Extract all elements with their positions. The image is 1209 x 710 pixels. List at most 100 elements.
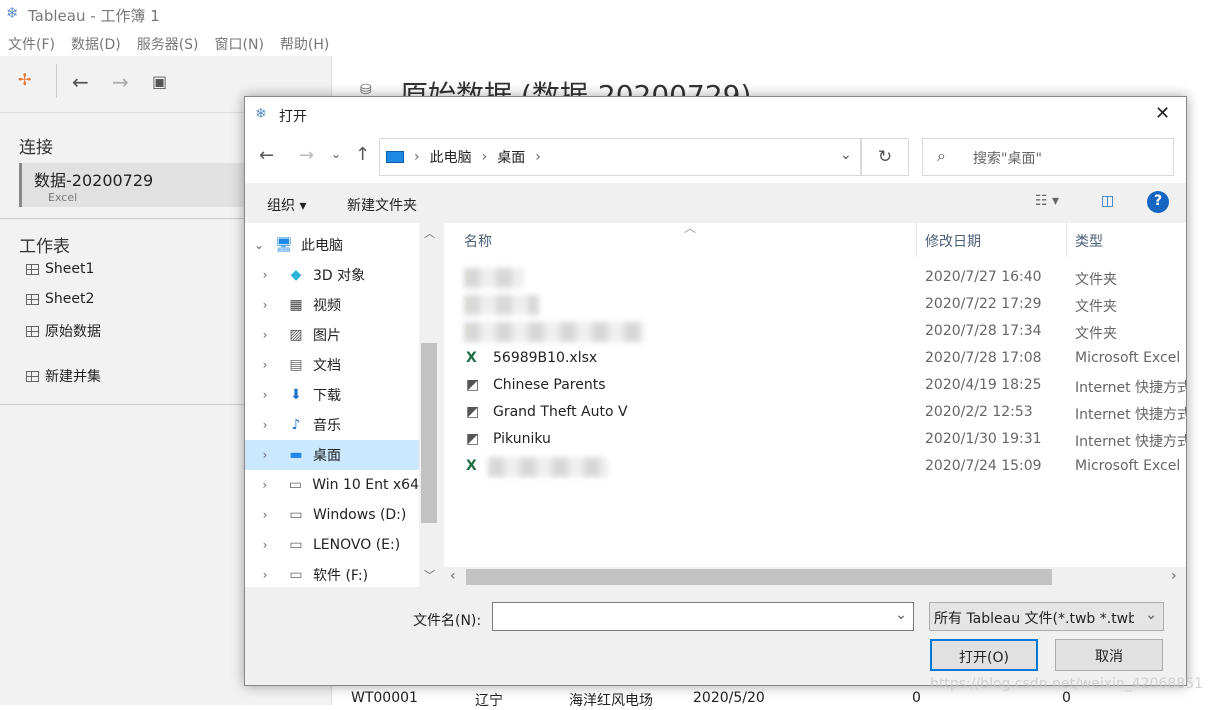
nav-item[interactable]: › ▤ 文档 [245,350,419,380]
filename-input[interactable]: ⌄ [492,602,914,631]
nav-item[interactable]: › ▭ 软件 (F:) [245,560,419,587]
scroll-thumb[interactable] [466,569,1052,585]
nav-item[interactable]: › ▦ 视频 [245,290,419,320]
chevron-down-icon[interactable]: ⌄ [895,607,907,623]
computer-icon: 🖥 [275,237,293,253]
chevron-right-icon[interactable]: › [245,388,285,402]
nav-item[interactable]: › ▭ LENOVO (E:) [245,530,419,560]
file-row[interactable]: X 2020/7/24 15:09 Microsoft Excel [444,453,1186,480]
chevron-right-icon[interactable]: › [245,508,285,522]
column-header-date[interactable]: 修改日期 [917,223,1067,257]
connections-heading: 连接 [19,138,53,158]
sheet-item[interactable]: Sheet2 [26,291,94,307]
file-row[interactable]: ■2020/7/27 16:40文件夹 [444,264,1186,291]
chevron-down-icon[interactable]: ⌄ [840,147,852,163]
new-folder-button[interactable]: 新建文件夹 [347,195,417,215]
chevron-right-icon[interactable]: › [245,328,285,342]
forward-icon[interactable]: → [112,70,129,94]
pictures-icon: ▨ [289,327,303,343]
chevron-right-icon[interactable]: › [245,538,285,552]
nav-item-label: 图片 [313,328,341,344]
menu-server[interactable]: 服务器(S) [137,34,199,56]
column-header-name[interactable]: 名称 [456,223,917,257]
tableau-icon: ❄ [255,106,267,122]
file-type: Internet 快捷方式 [1075,380,1186,396]
file-date: 2020/7/27 16:40 [925,269,1042,285]
nav-item[interactable]: › ▨ 图片 [245,320,419,350]
search-input[interactable]: ⌕ 搜索"桌面" [922,138,1174,176]
menu-data[interactable]: 数据(D) [71,34,121,56]
menu-help[interactable]: 帮助(H) [280,34,329,56]
nav-item-label: Win 10 Ent x64 [312,477,419,493]
file-name: Grand Theft Auto V [493,404,628,420]
file-row[interactable]: ◩ Chinese Parents 2020/4/19 18:25 Internet … [444,372,1186,399]
back-icon[interactable]: ← [72,70,89,94]
file-row[interactable]: ◩ Pikuniku 2020/1/30 19:31 Internet 快捷方式 [444,426,1186,453]
view-options-icon[interactable]: ☷ ▾ [1035,193,1059,209]
nav-item[interactable]: ⌄ 🖥 此电脑 [245,230,419,260]
filetype-select[interactable]: 所有 Tableau 文件(*.twb *.twbx ⌄ [929,602,1164,631]
chevron-right-icon[interactable]: › [245,358,285,372]
help-icon[interactable]: ? [1147,191,1169,213]
file-date: 2020/4/19 18:25 [925,377,1042,393]
horizontal-scrollbar[interactable]: ‹ › [444,567,1186,587]
breadcrumb-desktop[interactable]: 桌面 [497,147,525,167]
chevron-right-icon[interactable]: › [245,448,285,462]
nav-item[interactable]: › ◆ 3D 对象 [245,260,419,290]
file-row[interactable]: X 56989B10.xlsx 2020/7/28 17:08 Microsoft E… [444,345,1186,372]
cancel-button[interactable]: 取消 [1055,639,1163,671]
dialog-title: 打开 [279,109,307,125]
sheet-item[interactable]: 原始数据 [26,321,101,341]
up-icon[interactable]: ↑ [355,144,370,165]
chevron-right-icon[interactable]: › [245,298,285,312]
new-union-item[interactable]: 新建并集 [26,366,101,386]
organize-button[interactable]: 组织 ▾ [267,195,306,215]
file-row[interactable]: ◩ Grand Theft Auto V 2020/2/2 12:53 Interne… [444,399,1186,426]
drive-icon: ▭ [288,477,302,493]
column-header-type[interactable]: 类型 [1067,223,1186,257]
address-bar[interactable]: › 此电脑 › 桌面 › ⌄ [379,138,861,176]
drive-icon: ▭ [289,567,303,583]
tableau-logo-icon[interactable]: ✢ [18,70,31,89]
back-icon[interactable]: ← [259,145,274,166]
connection-type: Excel [48,191,78,204]
file-type: 文件夹 [1075,326,1117,342]
save-icon[interactable]: ▣ [152,72,167,91]
forward-icon[interactable]: → [299,145,314,166]
drive-icon: ▭ [289,537,303,553]
file-name: Chinese Parents [493,377,606,393]
menu-bar: 文件(F) 数据(D) 服务器(S) 窗口(N) 帮助(H) [0,30,1209,56]
connection-item[interactable]: 数据-20200729 Excel [19,163,259,207]
refresh-button[interactable]: ↻ [861,138,909,176]
recent-chevron-icon[interactable]: ⌄ [331,147,341,161]
nav-item-label: 软件 (F:) [313,568,369,584]
shortcut-icon: ◩ [466,377,480,393]
watermark: https://blog.csdn.net/weixin_42068851 [930,676,1204,692]
file-row[interactable]: ■2020/7/22 17:29文件夹 [444,291,1186,318]
nav-item[interactable]: › ♪ 音乐 [245,410,419,440]
close-icon[interactable]: ✕ [1155,103,1170,124]
chevron-right-icon[interactable]: › [245,418,285,432]
menu-file[interactable]: 文件(F) [8,34,55,56]
nav-item[interactable]: › ▭ Windows (D:) [245,500,419,530]
chevron-right-icon[interactable]: › [245,568,285,582]
chevron-right-icon[interactable]: › [245,268,285,282]
scroll-thumb[interactable] [421,343,437,523]
nav-scrollbar[interactable]: ︿ ﹀ [419,223,439,587]
nav-item[interactable]: › ▬ 桌面 [245,440,419,470]
nav-item[interactable]: › ⬇ 下载 [245,380,419,410]
open-button[interactable]: 打开(O) [930,639,1038,671]
menu-window[interactable]: 窗口(N) [215,34,264,56]
nav-item-label: 下载 [313,388,341,404]
blurred-file-name [464,295,539,315]
table-icon [26,293,39,305]
chevron-down-icon[interactable]: ⌄ [245,238,273,252]
search-icon: ⌕ [937,146,946,165]
nav-item[interactable]: › ▭ Win 10 Ent x64 [245,470,419,500]
nav-item-label: 文档 [313,358,341,374]
file-row[interactable]: ■2020/7/28 17:34文件夹 [444,318,1186,345]
chevron-right-icon[interactable]: › [245,478,285,492]
sheet-item[interactable]: Sheet1 [26,261,94,277]
breadcrumb-this-pc[interactable]: 此电脑 [430,147,472,167]
preview-pane-icon[interactable]: ◫ [1101,193,1114,209]
